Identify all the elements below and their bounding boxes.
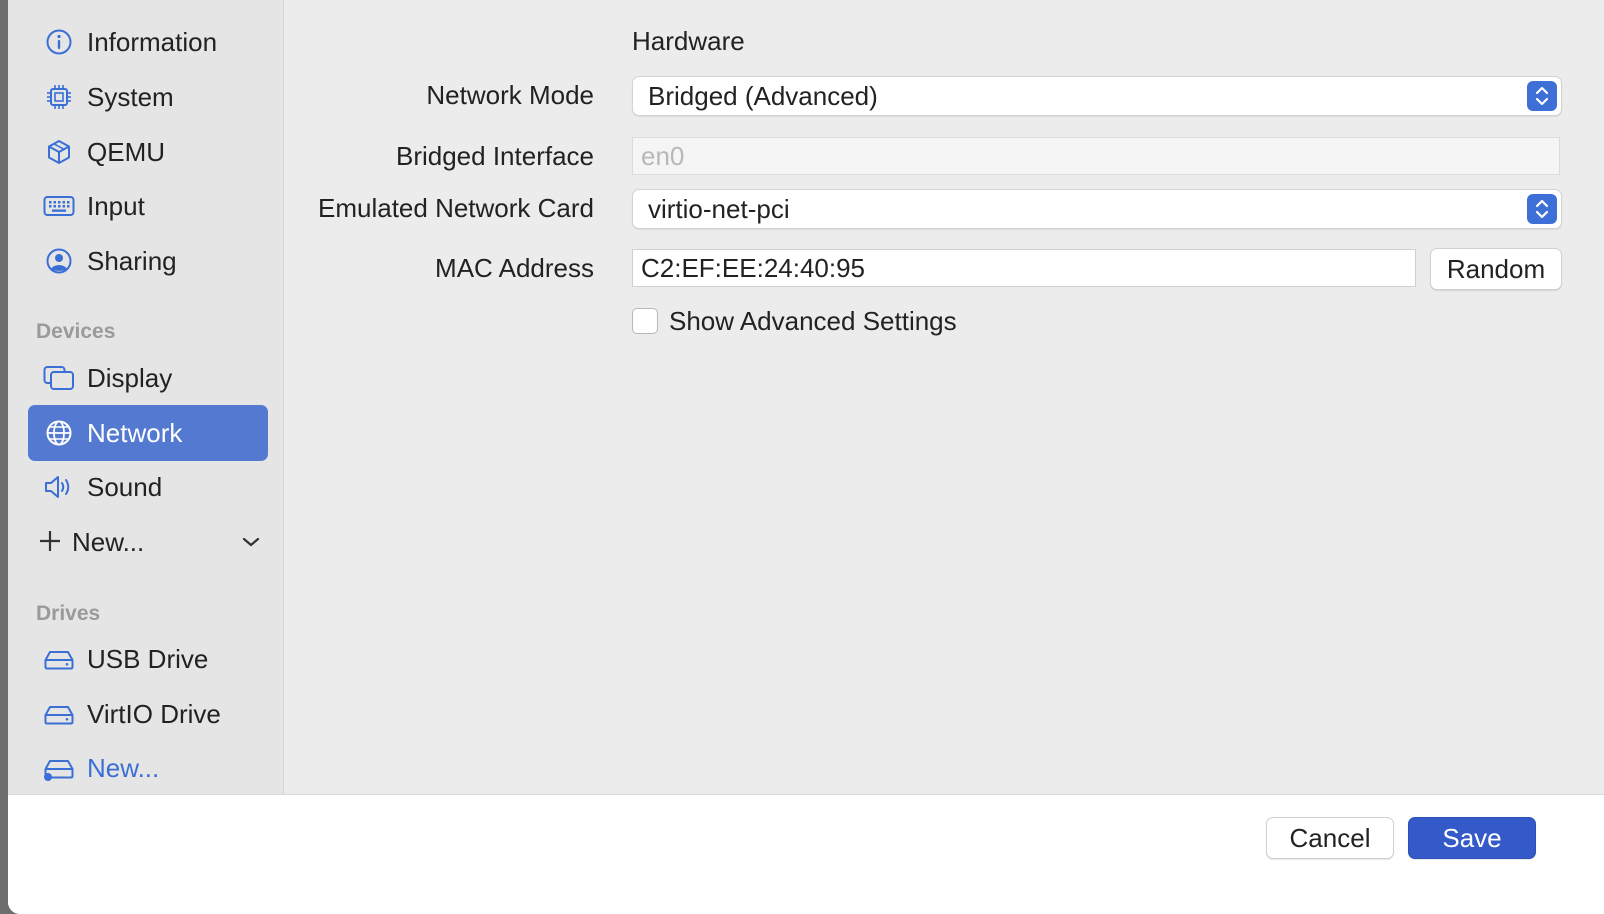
show-advanced-checkbox[interactable]	[632, 308, 658, 334]
new-device-label: New...	[72, 526, 145, 557]
speaker-icon	[42, 470, 76, 504]
network-card-value: virtio-net-pci	[648, 193, 790, 224]
keyboard-icon	[42, 189, 76, 223]
sidebar-item-label: Sharing	[87, 245, 177, 276]
plus-icon	[36, 526, 64, 558]
sidebar-item-input[interactable]: Input	[28, 178, 268, 234]
sidebar-item-qemu[interactable]: QEMU	[28, 124, 268, 180]
save-button[interactable]: Save	[1408, 817, 1536, 859]
chevron-up-down-icon	[1527, 194, 1557, 224]
chevron-down-icon[interactable]	[240, 531, 262, 553]
sidebar-item-label: QEMU	[87, 136, 165, 167]
network-mode-select[interactable]: Bridged (Advanced)	[632, 76, 1562, 116]
sidebar-section-devices: Devices	[36, 320, 116, 343]
cpu-chip-icon	[42, 80, 76, 114]
network-mode-label: Network Mode	[426, 80, 594, 110]
drive-add-icon	[42, 751, 76, 785]
bridged-interface-field[interactable]: en0	[632, 137, 1560, 175]
cube-icon	[42, 135, 76, 169]
globe-icon	[42, 416, 76, 450]
network-mode-value: Bridged (Advanced)	[648, 80, 878, 111]
sidebar-item-label: Network	[87, 417, 183, 448]
cancel-button[interactable]: Cancel	[1266, 817, 1394, 859]
sidebar-item-label: New...	[87, 752, 160, 783]
sidebar-item-label: VirtIO Drive	[87, 698, 221, 729]
info-circle-icon	[42, 25, 76, 59]
display-windows-icon	[42, 361, 76, 395]
sidebar-item-label: Display	[87, 362, 173, 393]
show-advanced-label: Show Advanced Settings	[669, 306, 957, 336]
network-card-select[interactable]: virtio-net-pci	[632, 189, 1562, 229]
random-mac-button[interactable]: Random	[1430, 248, 1562, 290]
mac-address-label: MAC Address	[435, 253, 594, 283]
network-card-label: Emulated Network Card	[318, 193, 594, 223]
new-drive-button[interactable]: New...	[28, 740, 268, 794]
sidebar-item-system[interactable]: System	[28, 69, 268, 125]
section-title-hardware: Hardware	[632, 26, 745, 56]
sidebar-item-label: Input	[87, 190, 145, 221]
sidebar-item-network[interactable]: Network	[28, 405, 268, 461]
network-settings-panel	[284, 0, 1604, 794]
sidebar-item-label: System	[87, 81, 174, 112]
sidebar-item-label: Information	[87, 26, 218, 57]
sidebar-item-label: Sound	[87, 471, 163, 502]
sidebar-section-drives: Drives	[36, 602, 101, 625]
sidebar-item-label: USB Drive	[87, 643, 209, 674]
drive-icon	[42, 642, 76, 676]
sidebar-item-display[interactable]: Display	[28, 350, 268, 406]
sidebar-item-usb-drive[interactable]: USB Drive	[28, 631, 268, 687]
sidebar-item-virtio-drive[interactable]: VirtIO Drive	[28, 686, 268, 742]
settings-window: Information System QEMU Input Sharing De…	[8, 0, 1604, 914]
sidebar-item-sharing[interactable]: Sharing	[28, 233, 268, 289]
dialog-footer: Cancel Save	[8, 794, 1604, 914]
mac-address-field[interactable]: C2:EF:EE:24:40:95	[632, 249, 1416, 287]
drive-icon	[42, 697, 76, 731]
new-device-button[interactable]: New...	[36, 514, 268, 570]
sidebar-item-sound[interactable]: Sound	[28, 459, 268, 515]
bridged-interface-label: Bridged Interface	[395, 141, 594, 171]
person-circle-icon	[42, 244, 76, 278]
sidebar: Information System QEMU Input Sharing De…	[8, 0, 284, 794]
sidebar-item-information[interactable]: Information	[28, 14, 268, 70]
chevron-up-down-icon	[1527, 81, 1557, 111]
